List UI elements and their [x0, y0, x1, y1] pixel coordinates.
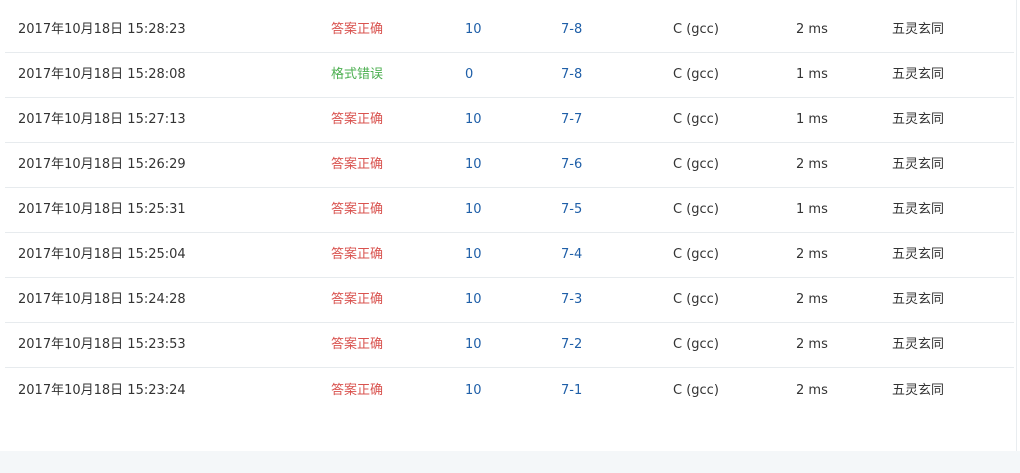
problem-link[interactable]: 7-4	[561, 247, 582, 263]
score: 10	[465, 112, 482, 127]
submit-time: 2017年10月18日 15:28:23	[18, 22, 186, 37]
table-row: 2017年10月18日 15:26:29 答案正确 10 7-6 C (gcc)…	[5, 143, 1014, 188]
user-name: 五灵玄同	[892, 22, 945, 37]
run-time: 1 ms	[796, 112, 828, 127]
problem-link[interactable]: 7-5	[561, 202, 582, 218]
status-link[interactable]: 答案正确	[331, 247, 383, 263]
score: 10	[465, 247, 482, 262]
table-row: 2017年10月18日 15:24:28 答案正确 10 7-3 C (gcc)…	[5, 278, 1014, 323]
problem-link[interactable]: 7-6	[561, 157, 582, 173]
table-row: 2017年10月18日 15:23:24 答案正确 10 7-1 C (gcc)…	[5, 368, 1014, 413]
problem-link[interactable]: 7-1	[561, 383, 582, 399]
submissions-panel: 2017年10月18日 15:28:23 答案正确 10 7-8 C (gcc)…	[0, 0, 1020, 451]
language: C (gcc)	[673, 22, 719, 37]
submit-time: 2017年10月18日 15:25:04	[18, 247, 186, 262]
status-link[interactable]: 答案正确	[331, 157, 383, 173]
score: 10	[465, 292, 482, 307]
table-row: 2017年10月18日 15:25:04 答案正确 10 7-4 C (gcc)…	[5, 233, 1014, 278]
problem-link[interactable]: 7-8	[561, 67, 582, 83]
problem-link[interactable]: 7-3	[561, 292, 582, 308]
table-row: 2017年10月18日 15:27:13 答案正确 10 7-7 C (gcc)…	[5, 98, 1014, 143]
table-row: 2017年10月18日 15:23:53 答案正确 10 7-2 C (gcc)…	[5, 323, 1014, 368]
score: 10	[465, 337, 482, 352]
status-link[interactable]: 答案正确	[331, 337, 383, 353]
problem-link[interactable]: 7-7	[561, 112, 582, 128]
submit-time: 2017年10月18日 15:23:24	[18, 383, 186, 398]
user-name: 五灵玄同	[892, 157, 945, 172]
score: 10	[465, 22, 482, 37]
user-name: 五灵玄同	[892, 202, 945, 217]
status-link[interactable]: 答案正确	[331, 202, 383, 218]
table-row: 2017年10月18日 15:25:31 答案正确 10 7-5 C (gcc)…	[5, 188, 1014, 233]
user-name: 五灵玄同	[892, 112, 945, 127]
table-row: 2017年10月18日 15:28:08 格式错误 0 7-8 C (gcc) …	[5, 53, 1014, 98]
table-row: 2017年10月18日 15:28:23 答案正确 10 7-8 C (gcc)…	[5, 0, 1014, 53]
score: 10	[465, 383, 482, 398]
user-name: 五灵玄同	[892, 383, 945, 398]
submit-time: 2017年10月18日 15:28:08	[18, 67, 186, 82]
run-time: 2 ms	[796, 337, 828, 352]
user-name: 五灵玄同	[892, 247, 945, 262]
language: C (gcc)	[673, 292, 719, 307]
run-time: 2 ms	[796, 383, 828, 398]
submit-time: 2017年10月18日 15:25:31	[18, 202, 186, 217]
panel-border	[1016, 0, 1017, 451]
language: C (gcc)	[673, 247, 719, 262]
problem-link[interactable]: 7-2	[561, 337, 582, 353]
status-link[interactable]: 答案正确	[331, 292, 383, 308]
status-link[interactable]: 答案正确	[331, 22, 383, 38]
score: 10	[465, 202, 482, 217]
language: C (gcc)	[673, 67, 719, 82]
submit-time: 2017年10月18日 15:27:13	[18, 112, 186, 127]
run-time: 2 ms	[796, 157, 828, 172]
status-link[interactable]: 答案正确	[331, 383, 383, 399]
language: C (gcc)	[673, 112, 719, 127]
score: 10	[465, 157, 482, 172]
run-time: 2 ms	[796, 247, 828, 262]
language: C (gcc)	[673, 337, 719, 352]
run-time: 1 ms	[796, 67, 828, 82]
status-link[interactable]: 答案正确	[331, 112, 383, 128]
run-time: 2 ms	[796, 22, 828, 37]
user-name: 五灵玄同	[892, 337, 945, 352]
language: C (gcc)	[673, 157, 719, 172]
language: C (gcc)	[673, 202, 719, 217]
score: 0	[465, 67, 474, 82]
submissions-table: 2017年10月18日 15:28:23 答案正确 10 7-8 C (gcc)…	[5, 0, 1014, 413]
submit-time: 2017年10月18日 15:26:29	[18, 157, 186, 172]
run-time: 2 ms	[796, 292, 828, 307]
run-time: 1 ms	[796, 202, 828, 217]
problem-link[interactable]: 7-8	[561, 22, 582, 38]
submit-time: 2017年10月18日 15:24:28	[18, 292, 186, 307]
language: C (gcc)	[673, 383, 719, 398]
status-link[interactable]: 格式错误	[331, 67, 383, 83]
user-name: 五灵玄同	[892, 292, 945, 307]
submit-time: 2017年10月18日 15:23:53	[18, 337, 186, 352]
user-name: 五灵玄同	[892, 67, 945, 82]
